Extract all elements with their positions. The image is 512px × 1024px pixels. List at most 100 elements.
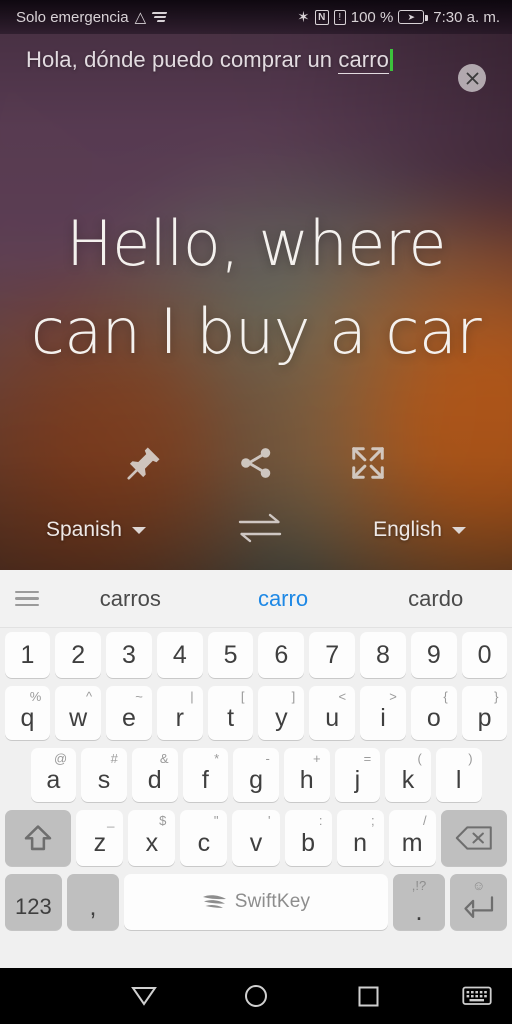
key-label: 123 bbox=[15, 894, 52, 919]
home-button[interactable] bbox=[228, 968, 284, 1024]
key-label: t bbox=[227, 703, 235, 732]
backspace-key[interactable] bbox=[440, 810, 508, 866]
recents-button[interactable] bbox=[340, 968, 396, 1024]
key-0[interactable]: 0 bbox=[461, 632, 508, 678]
key-c[interactable]: " c bbox=[180, 810, 228, 866]
key-i[interactable]: > i bbox=[360, 686, 406, 740]
back-button[interactable] bbox=[116, 968, 172, 1024]
key-o[interactable]: {o bbox=[410, 686, 457, 740]
key-alt-label: " bbox=[213, 813, 219, 828]
hide-keyboard-icon bbox=[462, 986, 492, 1005]
key-alt-label: { bbox=[443, 689, 448, 704]
share-icon bbox=[241, 448, 271, 478]
key-a[interactable]: @ a bbox=[30, 748, 77, 802]
key-g[interactable]: -g bbox=[233, 748, 279, 802]
key-label: 4 bbox=[172, 640, 187, 669]
key-p[interactable]: } p bbox=[461, 686, 508, 740]
shift-key[interactable] bbox=[4, 810, 72, 866]
key-alt-label: % bbox=[29, 689, 42, 704]
keyboard-row-space: 123 , SwiftKey ,!? . ☺ bbox=[0, 870, 512, 934]
shift-icon bbox=[24, 825, 52, 851]
key-t[interactable]: [t bbox=[207, 686, 254, 740]
period-key[interactable]: ,!? . bbox=[393, 874, 445, 930]
key-j[interactable]: = j bbox=[334, 748, 381, 802]
key-1[interactable]: 1 bbox=[4, 632, 51, 678]
suggestion-item[interactable]: carro bbox=[207, 586, 360, 612]
key-x[interactable]: $ x bbox=[128, 810, 176, 866]
source-text-area[interactable]: Hola, dónde puedo comprar un carro bbox=[0, 44, 512, 75]
source-text-composing: carro bbox=[338, 47, 389, 74]
alert-icon: ! bbox=[333, 9, 346, 25]
pin-icon bbox=[127, 447, 160, 480]
key-label: m bbox=[401, 828, 423, 857]
key-h[interactable]: + h bbox=[283, 748, 330, 802]
key-l[interactable]: ) l bbox=[435, 748, 482, 802]
enter-key[interactable]: ☺ bbox=[449, 874, 508, 930]
key-alt-label: _ bbox=[107, 813, 115, 828]
status-bar: Solo emergencia △ ✶ N ! 100 % ➤ 7:30 a. … bbox=[0, 0, 512, 34]
hide-keyboard-button[interactable] bbox=[452, 968, 502, 1024]
swiftkey-keyboard: carros carro cardo 1 2 3 4 5 6 7 8 9 0 %… bbox=[0, 570, 512, 968]
suggestion-item[interactable]: carros bbox=[54, 586, 207, 612]
comma-key[interactable]: , bbox=[67, 874, 119, 930]
key-label: o bbox=[426, 703, 441, 732]
swap-languages-button[interactable] bbox=[234, 511, 286, 550]
key-alt-label: | bbox=[190, 689, 194, 704]
key-5[interactable]: 5 bbox=[207, 632, 254, 678]
key-label: g bbox=[249, 765, 263, 794]
key-label: c bbox=[197, 828, 211, 857]
target-language-selector[interactable]: English bbox=[373, 518, 466, 542]
key-s[interactable]: # s bbox=[81, 748, 127, 802]
key-r[interactable]: | r bbox=[156, 686, 203, 740]
key-y[interactable]: ] y bbox=[258, 686, 305, 740]
source-text[interactable]: Hola, dónde puedo comprar un carro bbox=[26, 44, 456, 75]
space-key[interactable]: SwiftKey bbox=[123, 874, 389, 930]
keyboard-row-top: % q ^ w ~ e | r [t ] y < u > i {o } p bbox=[0, 682, 512, 744]
key-u[interactable]: < u bbox=[309, 686, 356, 740]
suggestion-item[interactable]: cardo bbox=[359, 586, 512, 612]
share-button[interactable] bbox=[231, 438, 281, 488]
swap-arrows-icon bbox=[238, 513, 281, 542]
key-3[interactable]: 3 bbox=[106, 632, 152, 678]
key-2[interactable]: 2 bbox=[55, 632, 102, 678]
hamburger-menu-icon[interactable] bbox=[0, 590, 54, 607]
numeric-mode-key[interactable]: 123 bbox=[4, 874, 63, 930]
key-z[interactable]: _ z bbox=[76, 810, 124, 866]
key-label: v bbox=[249, 828, 263, 857]
key-label: , bbox=[89, 892, 97, 921]
home-circle-icon bbox=[245, 985, 267, 1007]
key-e[interactable]: ~ e bbox=[106, 686, 152, 740]
key-w[interactable]: ^ w bbox=[55, 686, 102, 740]
key-n[interactable]: ; n bbox=[336, 810, 384, 866]
key-4[interactable]: 4 bbox=[156, 632, 203, 678]
source-language-selector[interactable]: Spanish bbox=[46, 518, 146, 542]
key-label: k bbox=[401, 765, 415, 794]
key-9[interactable]: 9 bbox=[410, 632, 457, 678]
key-6[interactable]: 6 bbox=[258, 632, 305, 678]
key-label: 0 bbox=[477, 640, 492, 669]
key-d[interactable]: & d bbox=[131, 748, 178, 802]
language-selector-row: Spanish English bbox=[0, 508, 512, 552]
close-icon bbox=[466, 72, 478, 84]
key-k[interactable]: (k bbox=[385, 748, 431, 802]
key-q[interactable]: % q bbox=[4, 686, 51, 740]
key-v[interactable]: ' v bbox=[232, 810, 280, 866]
key-m[interactable]: / m bbox=[388, 810, 436, 866]
key-label: y bbox=[275, 703, 288, 732]
key-alt-label: @ bbox=[53, 751, 68, 766]
clear-text-button[interactable] bbox=[458, 64, 486, 92]
recents-square-icon bbox=[358, 986, 378, 1006]
key-alt-label: $ bbox=[159, 813, 167, 828]
key-8[interactable]: 8 bbox=[360, 632, 406, 678]
key-label: z bbox=[93, 828, 107, 857]
key-7[interactable]: 7 bbox=[309, 632, 356, 678]
key-f[interactable]: * f bbox=[182, 748, 229, 802]
fullscreen-icon bbox=[352, 447, 384, 479]
key-label: r bbox=[175, 703, 184, 732]
key-alt-label: ^ bbox=[85, 689, 93, 704]
key-b[interactable]: :b bbox=[284, 810, 332, 866]
fullscreen-button[interactable] bbox=[343, 438, 393, 488]
key-label: 5 bbox=[223, 640, 238, 669]
pin-button[interactable] bbox=[119, 438, 169, 488]
key-alt-label: ) bbox=[468, 751, 473, 766]
